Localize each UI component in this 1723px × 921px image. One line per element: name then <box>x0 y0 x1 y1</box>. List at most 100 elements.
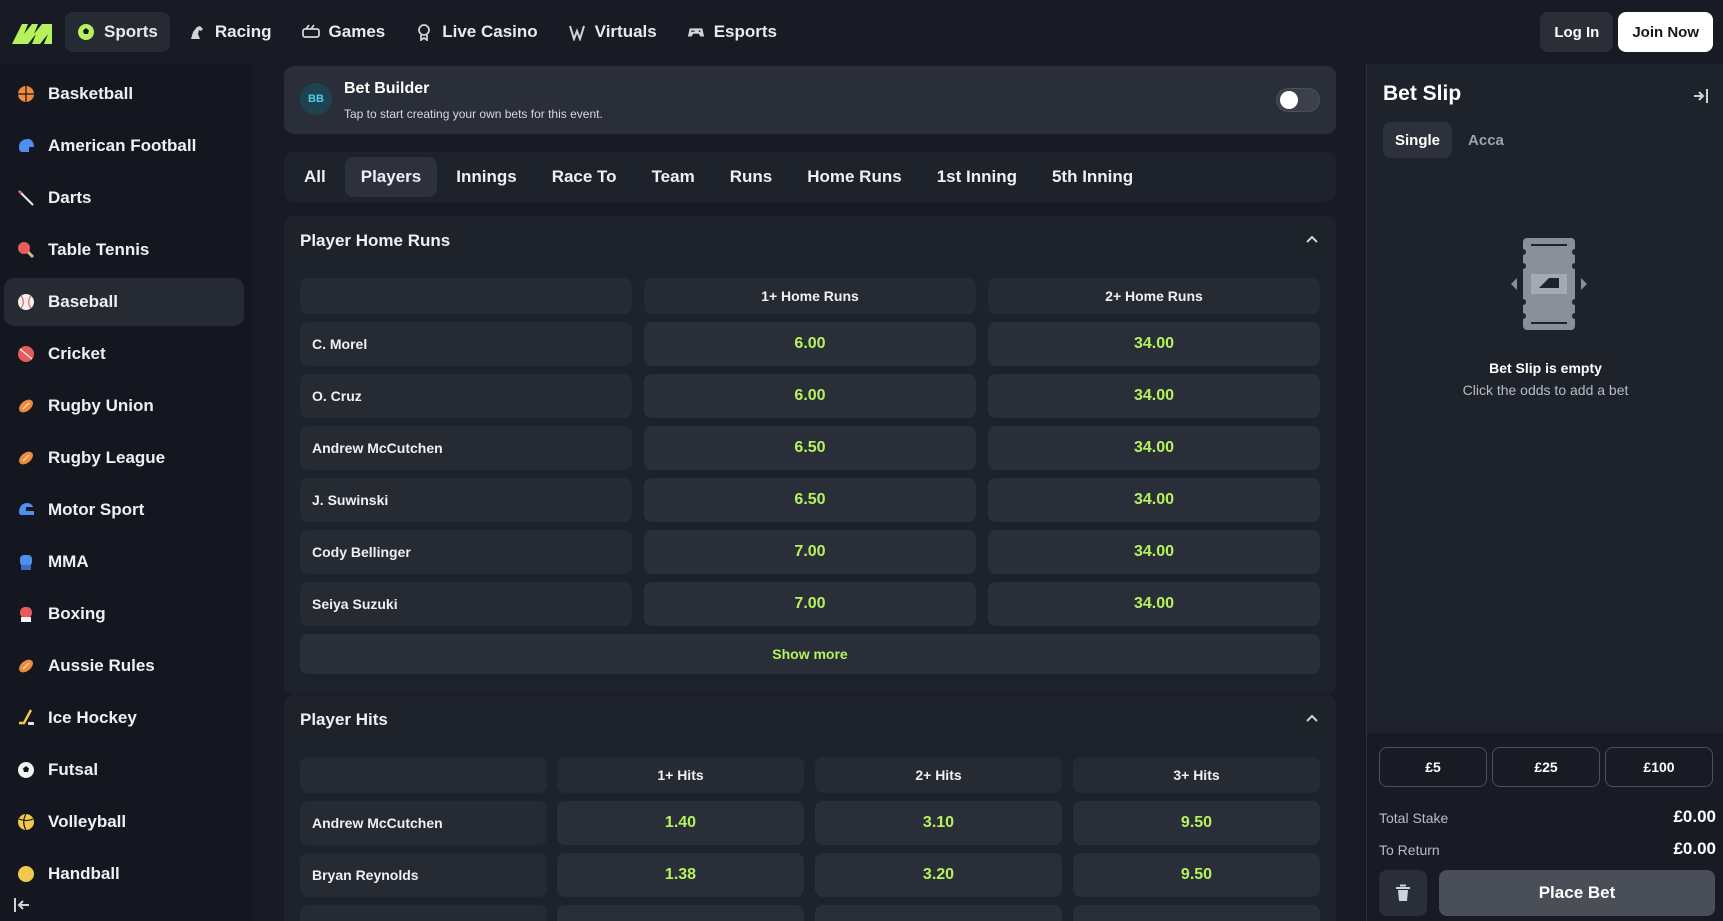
rugby-ball-icon <box>16 448 36 468</box>
nav-item-live-casino[interactable]: Live Casino <box>403 12 549 52</box>
bet-builder-badge: BB <box>300 83 332 115</box>
sidebar-item-handball[interactable]: Handball <box>4 850 244 898</box>
odds-button[interactable]: 1.40 <box>557 801 804 845</box>
stake-5-button[interactable]: £5 <box>1379 747 1487 787</box>
bet-slip-panel: Bet Slip Single Acca Bet Slip is empty C… <box>1366 64 1723 921</box>
sidebar-item-label: Handball <box>48 864 120 883</box>
sidebar-item-table-tennis[interactable]: Table Tennis <box>4 226 244 274</box>
sidebar-item-rugby-union[interactable]: Rugby Union <box>4 382 244 430</box>
chevron-up-icon[interactable] <box>1304 232 1320 248</box>
to-return-value: £0.00 <box>1673 839 1716 858</box>
bet-builder-toggle[interactable] <box>1276 88 1320 112</box>
close-betslip-icon[interactable] <box>1691 86 1711 106</box>
sidebar-item-cricket[interactable]: Cricket <box>4 330 244 378</box>
sidebar-item-rugby-league[interactable]: Rugby League <box>4 434 244 482</box>
tab-players[interactable]: Players <box>344 157 438 197</box>
odds-button[interactable] <box>557 905 804 921</box>
sidebar-item-basketball[interactable]: Basketball <box>4 70 244 118</box>
player-name: C. Morel <box>300 322 632 366</box>
sidebar-item-darts[interactable]: Darts <box>4 174 244 222</box>
sidebar-item-futsal[interactable]: Futsal <box>4 746 244 794</box>
sidebar-item-aussie-rules[interactable]: Aussie Rules <box>4 642 244 690</box>
player-name: Bryan Reynolds <box>300 853 547 897</box>
tab-single[interactable]: Single <box>1383 122 1453 158</box>
handball-icon <box>16 864 36 884</box>
nav-item-virtuals[interactable]: Virtuals <box>556 12 669 52</box>
odds-button[interactable]: 1.38 <box>557 853 804 897</box>
market-header[interactable]: Player Hits <box>284 695 1336 745</box>
nav-label: Games <box>328 22 386 41</box>
player-name-partial <box>300 905 547 921</box>
clear-bets-button[interactable] <box>1379 870 1427 916</box>
sidebar-item-ice-hockey[interactable]: Ice Hockey <box>4 694 244 742</box>
odds-button[interactable]: 34.00 <box>988 322 1320 366</box>
games-icon <box>301 23 320 41</box>
collapse-sidebar-icon[interactable] <box>12 895 32 915</box>
odds-button[interactable]: 9.50 <box>1073 801 1320 845</box>
tab-acca[interactable]: Acca <box>1456 122 1516 158</box>
bet-builder-card[interactable]: BB Bet Builder Tap to start creating you… <box>284 66 1336 134</box>
market-header[interactable]: Player Home Runs <box>284 216 1336 266</box>
nav-item-racing[interactable]: Racing <box>176 12 284 52</box>
tab-1st-inning[interactable]: 1st Inning <box>921 157 1033 197</box>
bet-builder-title: Bet Builder <box>344 80 430 97</box>
quick-stakes: £5 £25 £100 <box>1379 747 1713 787</box>
sidebar-item-baseball[interactable]: Baseball <box>4 278 244 326</box>
odds-button[interactable]: 34.00 <box>988 582 1320 626</box>
odds-button[interactable]: 6.50 <box>644 426 976 470</box>
bet-builder-subtitle: Tap to start creating your own bets for … <box>344 107 603 121</box>
empty-state-title: Bet Slip is empty <box>1489 360 1602 376</box>
odds-button[interactable] <box>815 905 1062 921</box>
tab-race-to[interactable]: Race To <box>536 157 633 197</box>
tab-innings[interactable]: Innings <box>440 157 532 197</box>
soccer-ball-icon <box>77 23 95 41</box>
login-button[interactable]: Log In <box>1540 12 1614 52</box>
odds-button[interactable] <box>1073 905 1320 921</box>
join-now-button[interactable]: Join Now <box>1618 12 1713 52</box>
odds-button[interactable]: 7.00 <box>644 530 976 574</box>
odds-button[interactable]: 3.10 <box>815 801 1062 845</box>
odds-button[interactable]: 34.00 <box>988 530 1320 574</box>
odds-button[interactable]: 34.00 <box>988 374 1320 418</box>
place-bet-button[interactable]: Place Bet <box>1439 870 1715 916</box>
nav-item-games[interactable]: Games <box>290 12 398 52</box>
stake-100-button[interactable]: £100 <box>1605 747 1713 787</box>
sidebar-item-motor-sport[interactable]: Motor Sport <box>4 486 244 534</box>
odds-button[interactable]: 6.00 <box>644 374 976 418</box>
tab-5th-inning[interactable]: 5th Inning <box>1036 157 1149 197</box>
odds-button[interactable]: 6.50 <box>644 478 976 522</box>
total-stake-label: Total Stake <box>1379 810 1449 826</box>
futsal-ball-icon <box>16 760 36 780</box>
player-name: O. Cruz <box>300 374 632 418</box>
odds-button[interactable]: 7.00 <box>644 582 976 626</box>
bet-slip-footer: £5 £25 £100 Total Stake £0.00 To Return … <box>1367 733 1723 921</box>
odds-button[interactable]: 34.00 <box>988 426 1320 470</box>
sidebar-item-label: Boxing <box>48 604 106 623</box>
sidebar-item-mma[interactable]: MMA <box>4 538 244 586</box>
aussie-rules-ball-icon <box>16 656 36 676</box>
nav-item-esports[interactable]: Esports <box>675 12 789 52</box>
player-name: Andrew McCutchen <box>300 801 547 845</box>
empty-betslip-icon <box>1511 238 1587 330</box>
odds-button[interactable]: 3.20 <box>815 853 1062 897</box>
sidebar-item-american-football[interactable]: American Football <box>4 122 244 170</box>
tab-team[interactable]: Team <box>636 157 711 197</box>
stake-25-button[interactable]: £25 <box>1492 747 1600 787</box>
sidebar-item-volleyball[interactable]: Volleyball <box>4 798 244 846</box>
sidebar-item-boxing[interactable]: Boxing <box>4 590 244 638</box>
empty-state-subtitle: Click the odds to add a bet <box>1462 382 1629 398</box>
odds-button[interactable]: 34.00 <box>988 478 1320 522</box>
sidebar-item-label: Basketball <box>48 84 134 103</box>
player-name: Andrew McCutchen <box>300 426 632 470</box>
tab-runs[interactable]: Runs <box>714 157 789 197</box>
tab-all[interactable]: All <box>288 157 342 197</box>
nav-item-sports[interactable]: Sports <box>65 12 170 52</box>
tab-home-runs[interactable]: Home Runs <box>791 157 917 197</box>
racing-helmet-icon <box>16 500 36 520</box>
show-more-button[interactable]: Show more <box>300 634 1320 674</box>
odds-button[interactable]: 6.00 <box>644 322 976 366</box>
player-name: Seiya Suzuki <box>300 582 632 626</box>
brand-logo[interactable] <box>12 20 52 44</box>
chevron-up-icon[interactable] <box>1304 711 1320 727</box>
odds-button[interactable]: 9.50 <box>1073 853 1320 897</box>
